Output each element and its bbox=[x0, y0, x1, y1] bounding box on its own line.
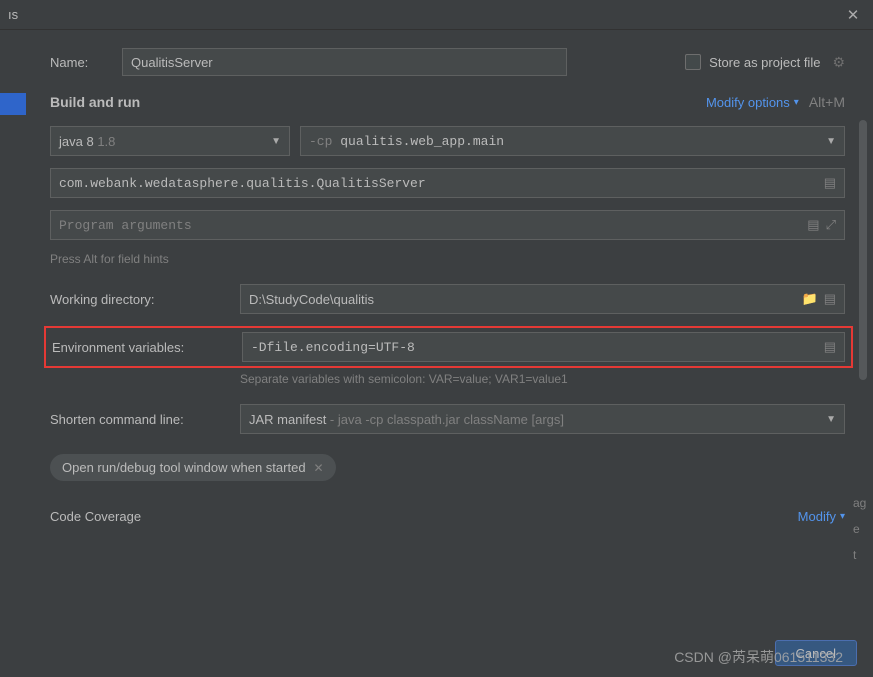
workdir-row: Working directory: D:\StudyCode\qualitis… bbox=[50, 284, 845, 314]
name-input[interactable] bbox=[122, 48, 567, 76]
selected-config-indicator[interactable] bbox=[0, 93, 26, 115]
title-fragment: ıs bbox=[8, 7, 18, 22]
store-checkbox[interactable] bbox=[685, 54, 701, 70]
dropdown-arrow-icon: ▼ bbox=[271, 136, 281, 147]
env-value: -Dfile.encoding=UTF-8 bbox=[251, 340, 818, 355]
shorten-label: Shorten command line: bbox=[50, 412, 240, 427]
chevron-down-icon: ▾ bbox=[840, 511, 845, 522]
pill-label: Open run/debug tool window when started bbox=[62, 460, 306, 475]
main-area: Name: Store as project file ⚙ Build and … bbox=[0, 30, 873, 677]
store-option: Store as project file ⚙ bbox=[685, 54, 845, 71]
jdk-cp-row: java 8 1.8 ▼ -cp qualitis.web_app.main ▼ bbox=[50, 126, 845, 156]
env-row: Environment variables: -Dfile.encoding=U… bbox=[46, 332, 845, 362]
open-tool-window-pill[interactable]: Open run/debug tool window when started … bbox=[50, 454, 336, 481]
list-icon[interactable]: ▤ bbox=[824, 339, 836, 355]
modify-options-link[interactable]: Modify options ▾ bbox=[706, 95, 799, 110]
scrollbar[interactable] bbox=[859, 120, 867, 380]
main-class-field[interactable]: com.webank.wedatasphere.qualitis.Qualiti… bbox=[50, 168, 845, 198]
cancel-button[interactable]: Cancel bbox=[775, 640, 857, 666]
env-help: Separate variables with semicolon: VAR=v… bbox=[240, 372, 845, 386]
list-icon[interactable]: ▤ bbox=[824, 291, 836, 307]
shorten-row: Shorten command line: JAR manifest - jav… bbox=[50, 404, 845, 434]
dialog-footer: Cancel bbox=[0, 629, 873, 677]
expand-icon[interactable]: ⤢ bbox=[826, 217, 836, 233]
main-class-value: com.webank.wedatasphere.qualitis.Qualiti… bbox=[59, 176, 818, 191]
content-panel: Name: Store as project file ⚙ Build and … bbox=[26, 30, 873, 677]
workdir-field[interactable]: D:\StudyCode\qualitis 📁 ▤ bbox=[240, 284, 845, 314]
modify-shortcut: Alt+M bbox=[809, 94, 845, 110]
code-coverage-header: Code Coverage Modify ▾ bbox=[50, 509, 845, 532]
gear-icon[interactable]: ⚙ bbox=[832, 54, 845, 71]
env-highlight: Environment variables: -Dfile.encoding=U… bbox=[44, 326, 853, 368]
left-sidebar bbox=[0, 30, 26, 677]
cropped-right-hints: ag e t bbox=[853, 490, 873, 568]
close-icon[interactable]: ✕ bbox=[841, 5, 865, 25]
list-icon[interactable]: ▤ bbox=[807, 217, 819, 233]
code-coverage-title: Code Coverage bbox=[50, 509, 141, 524]
coverage-modify-link[interactable]: Modify ▾ bbox=[798, 509, 845, 524]
chevron-down-icon: ▾ bbox=[794, 97, 799, 108]
dropdown-arrow-icon: ▼ bbox=[826, 414, 836, 425]
close-icon[interactable]: ✕ bbox=[314, 461, 324, 475]
program-args-placeholder: Program arguments bbox=[59, 218, 801, 233]
titlebar: ıs ✕ bbox=[0, 0, 873, 30]
name-row: Name: Store as project file ⚙ bbox=[50, 48, 845, 76]
env-field[interactable]: -Dfile.encoding=UTF-8 ▤ bbox=[242, 332, 845, 362]
list-icon[interactable]: ▤ bbox=[824, 175, 836, 191]
build-run-title: Build and run bbox=[50, 94, 140, 110]
field-hint: Press Alt for field hints bbox=[50, 252, 845, 266]
program-args-field[interactable]: Program arguments ▤ ⤢ bbox=[50, 210, 845, 240]
env-label: Environment variables: bbox=[52, 340, 242, 355]
folder-icon[interactable]: 📁 bbox=[802, 291, 818, 307]
shorten-select[interactable]: JAR manifest - java -cp classpath.jar cl… bbox=[240, 404, 845, 434]
workdir-label: Working directory: bbox=[50, 292, 240, 307]
workdir-value: D:\StudyCode\qualitis bbox=[249, 292, 796, 307]
name-label: Name: bbox=[50, 55, 122, 70]
jdk-select[interactable]: java 8 1.8 ▼ bbox=[50, 126, 290, 156]
classpath-select[interactable]: -cp qualitis.web_app.main ▼ bbox=[300, 126, 845, 156]
build-run-header: Build and run Modify options ▾ Alt+M bbox=[50, 94, 845, 110]
dropdown-arrow-icon: ▼ bbox=[826, 136, 836, 147]
store-label: Store as project file bbox=[709, 55, 820, 70]
